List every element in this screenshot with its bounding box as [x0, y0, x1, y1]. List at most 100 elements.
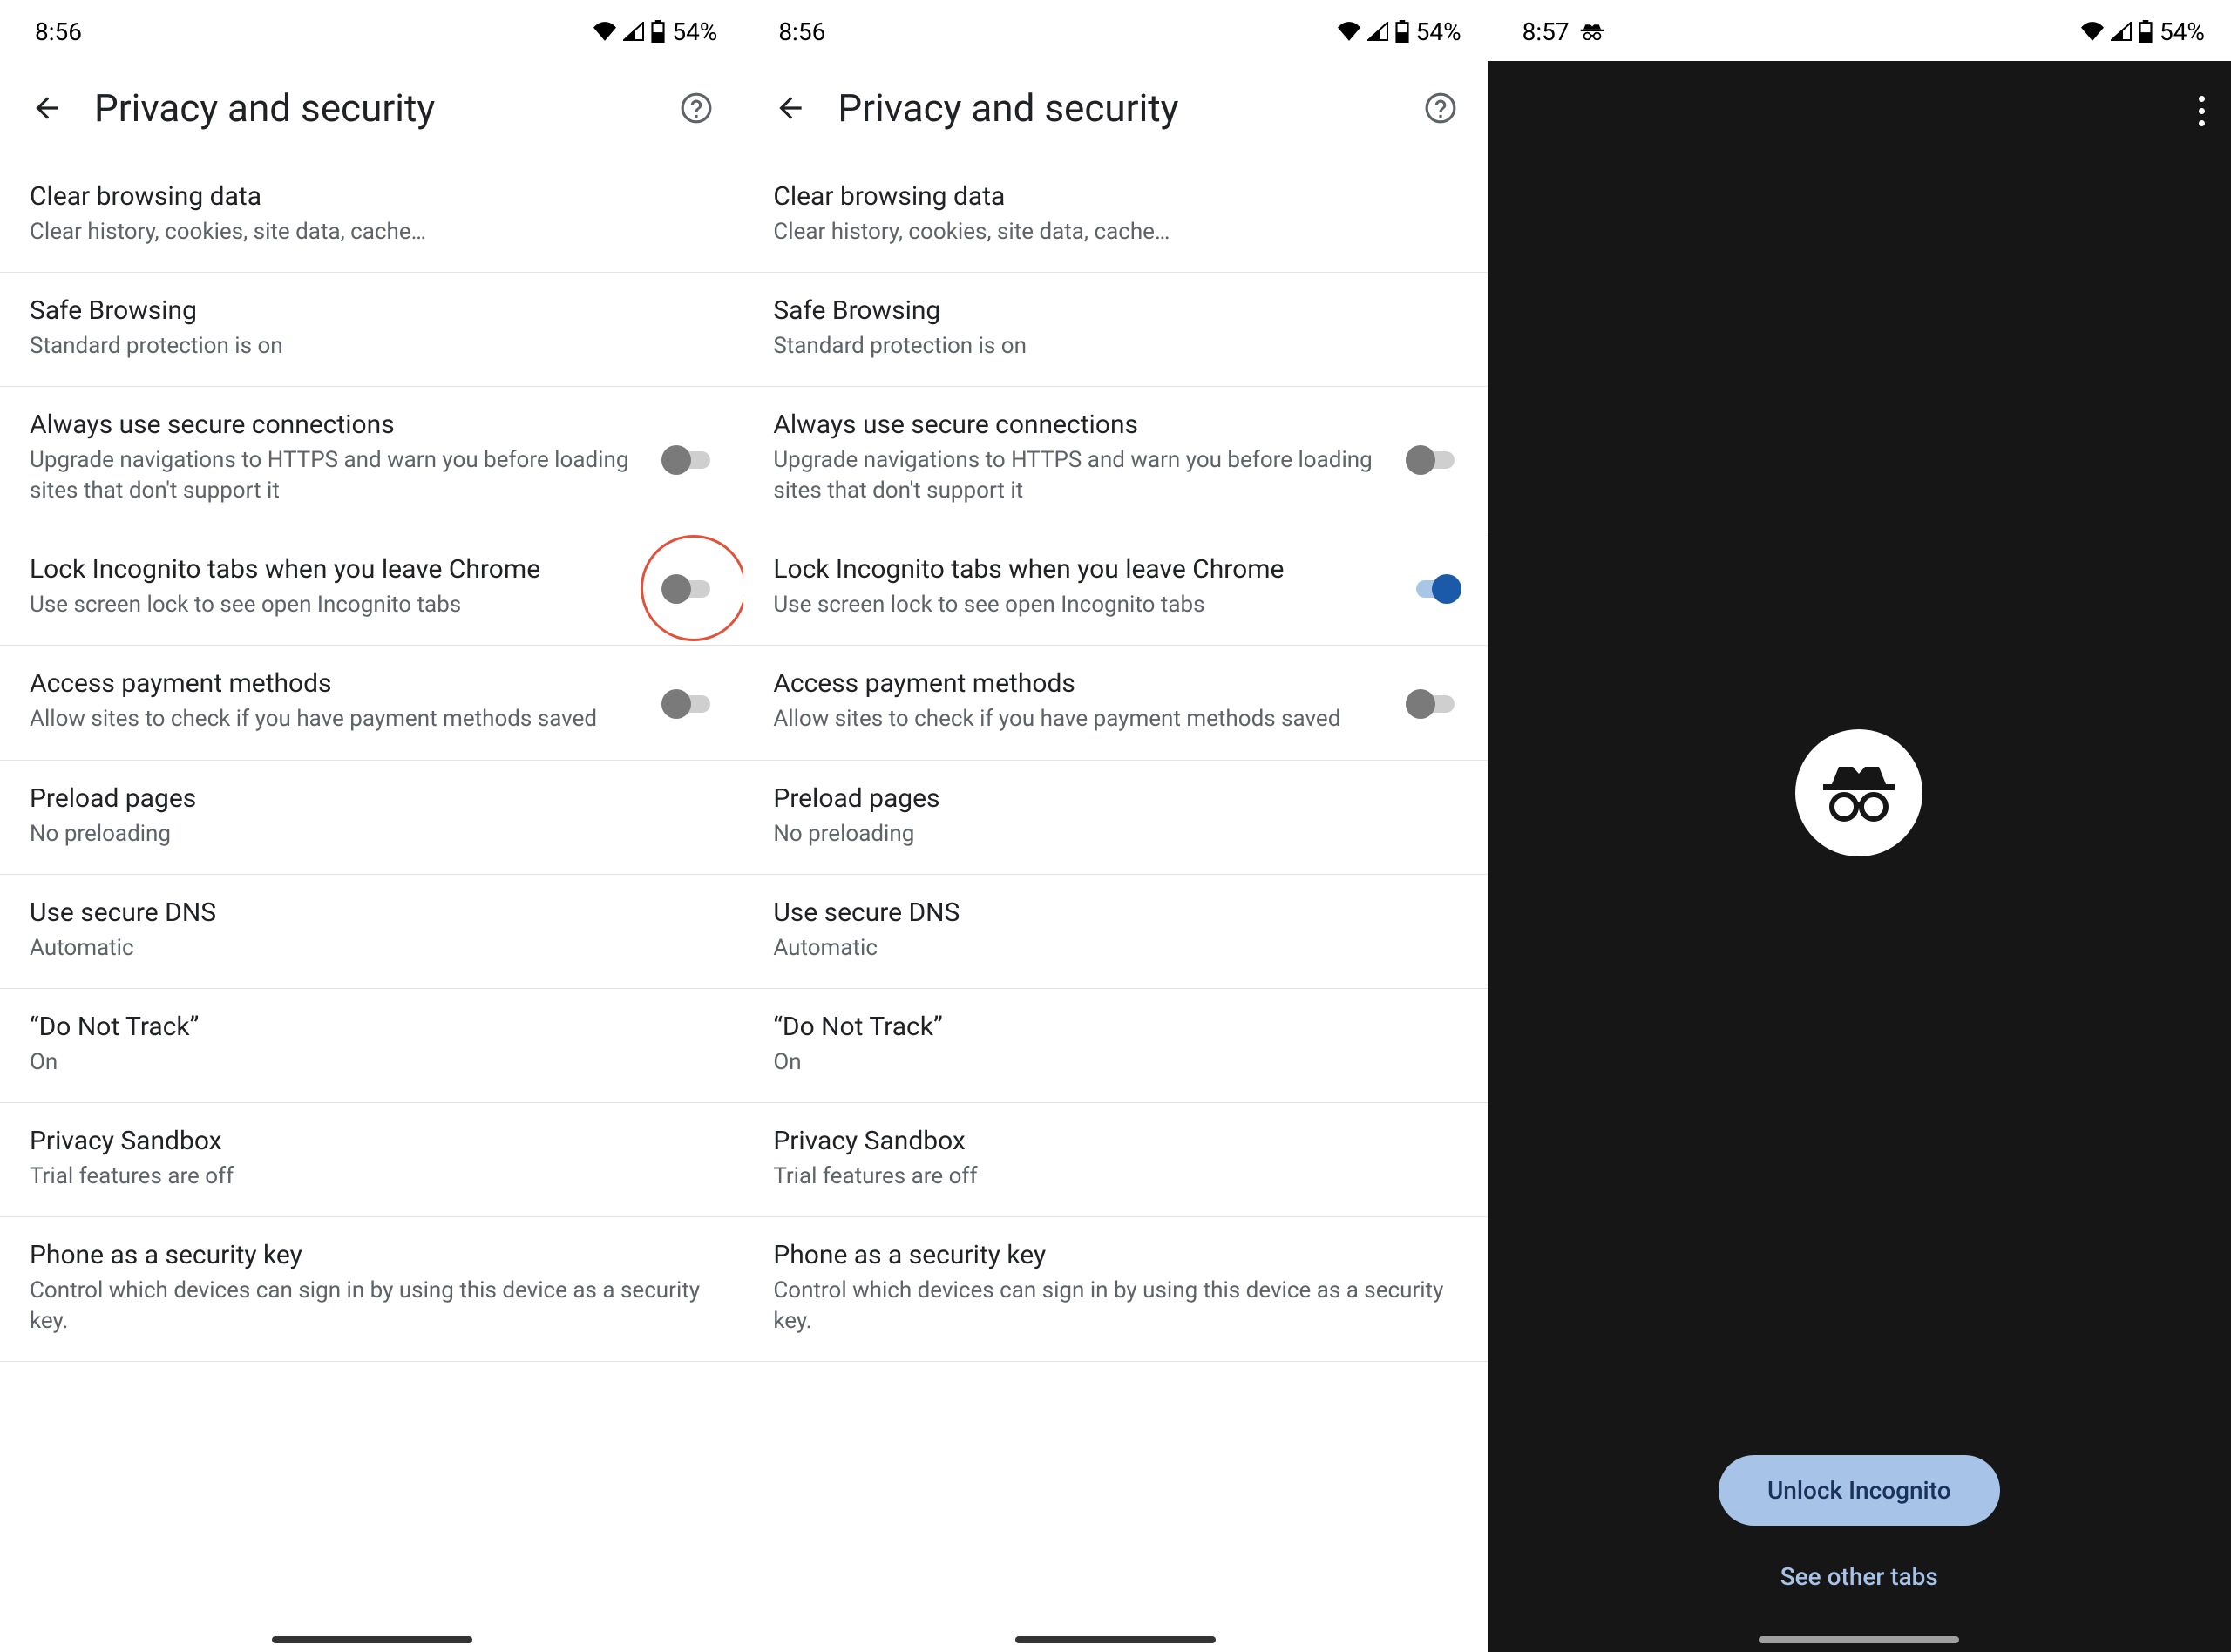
settings-row-title: Preload pages: [30, 783, 714, 814]
settings-row-title: Safe Browsing: [773, 295, 1457, 326]
help-button[interactable]: [675, 87, 717, 129]
nav-bar[interactable]: [1759, 1636, 1959, 1643]
settings-row-title: Privacy Sandbox: [773, 1126, 1457, 1156]
settings-row-subtitle: Trial features are off: [773, 1161, 1457, 1192]
incognito-icon-wrap: [1795, 729, 1922, 856]
settings-row-subtitle: Trial features are off: [30, 1161, 714, 1192]
settings-row-subtitle: No preloading: [30, 819, 714, 850]
battery-icon: [1395, 20, 1409, 43]
settings-row-text: Always use secure connectionsUpgrade nav…: [30, 410, 644, 506]
dot-icon: [2199, 96, 2205, 102]
wifi-icon: [593, 22, 616, 41]
app-bar: Privacy and security: [743, 61, 1487, 159]
settings-row-subtitle: Clear history, cookies, site data, cache…: [773, 217, 1457, 247]
settings-row-text: Access payment methods Allow sites to che…: [773, 668, 1387, 735]
settings-row[interactable]: Safe BrowsingStandard protection is on: [743, 273, 1487, 387]
toggle-thumb: [661, 689, 691, 719]
settings-row[interactable]: Always use secure connectionsUpgrade nav…: [743, 387, 1487, 531]
settings-row-title: Clear browsing data: [773, 181, 1457, 212]
settings-row-text: Clear browsing dataClear history, cookie…: [30, 181, 714, 247]
status-time: 8:57: [1522, 17, 1604, 46]
settings-row-subtitle: Standard protection is on: [30, 331, 714, 362]
signal-icon: [2111, 22, 2132, 41]
settings-row-subtitle: Allow sites to check if you have payment…: [773, 704, 1387, 735]
battery-percent: 54%: [2160, 17, 2205, 46]
settings-row[interactable]: Clear browsing data Clear history, cookie…: [743, 159, 1487, 273]
settings-row[interactable]: Access payment methodsAllow sites to che…: [0, 646, 743, 760]
settings-row-title: Use secure DNS: [30, 897, 714, 928]
settings-row-title: Always use secure connections: [30, 410, 644, 440]
dot-icon: [2199, 120, 2205, 126]
settings-row-text: Phone as a security keyControl which dev…: [30, 1240, 714, 1337]
settings-row[interactable]: Phone as a security keyControl which dev…: [0, 1217, 743, 1362]
settings-row[interactable]: Access payment methods Allow sites to che…: [743, 646, 1487, 760]
toggle-switch[interactable]: [661, 574, 714, 600]
settings-row-title: Preload pages: [773, 783, 1457, 814]
settings-row[interactable]: Lock Incognito tabs when you leave Chrom…: [0, 531, 743, 646]
panel-incognito-locked: 8:57 54%: [1488, 0, 2231, 1652]
settings-row[interactable]: Clear browsing dataClear history, cookie…: [0, 159, 743, 273]
settings-row-title: “Do Not Track”: [773, 1012, 1457, 1042]
settings-row-title: Lock Incognito tabs when you leave Chrom…: [30, 554, 644, 585]
toggle-thumb: [1432, 574, 1461, 604]
page-title: Privacy and security: [94, 85, 649, 131]
settings-row-subtitle: Automatic: [30, 933, 714, 964]
unlock-incognito-button[interactable]: Unlock Incognito: [1719, 1455, 2000, 1526]
settings-row-title: Lock Incognito tabs when you leave Chrom…: [773, 554, 1387, 585]
settings-row-title: Safe Browsing: [30, 295, 714, 326]
settings-row[interactable]: “Do Not Track”On: [0, 989, 743, 1103]
settings-row-title: Access payment methods: [30, 668, 644, 699]
settings-row-title: Use secure DNS: [773, 897, 1457, 928]
panel-settings-after: 8:56 54% Privacy and security Clear brow…: [743, 0, 1487, 1652]
arrow-back-icon: [774, 91, 807, 125]
toggle-thumb: [661, 445, 691, 475]
settings-row-text: Phone as a security keyControl which dev…: [773, 1240, 1457, 1337]
back-button[interactable]: [770, 87, 811, 129]
settings-row-text: Privacy Sandbox Trial features are off: [773, 1126, 1457, 1192]
battery-icon: [2139, 20, 2153, 43]
settings-row-text: “Do Not Track”On: [30, 1012, 714, 1078]
signal-icon: [1367, 22, 1388, 41]
status-icons: 54%: [2081, 17, 2205, 46]
settings-row[interactable]: Privacy Sandbox Trial features are off: [0, 1103, 743, 1217]
settings-row[interactable]: Use secure DNSAutomatic: [743, 875, 1487, 989]
settings-row[interactable]: Lock Incognito tabs when you leave Chrom…: [743, 531, 1487, 646]
settings-row[interactable]: “Do Not Track” On: [743, 989, 1487, 1103]
settings-row-subtitle: Upgrade navigations to HTTPS and warn yo…: [773, 445, 1387, 506]
status-time-text: 8:57: [1522, 17, 1570, 46]
settings-row[interactable]: Use secure DNS Automatic: [0, 875, 743, 989]
settings-row-subtitle: On: [773, 1047, 1457, 1078]
toggle-switch[interactable]: [1406, 574, 1458, 600]
battery-percent: 54%: [1416, 17, 1461, 46]
settings-row[interactable]: Preload pages No preloading: [743, 761, 1487, 875]
see-other-tabs-link[interactable]: See other tabs: [1780, 1562, 1938, 1591]
help-icon: [680, 91, 713, 125]
incognito-top-bar: [1488, 61, 2231, 161]
toggle-switch[interactable]: [661, 689, 714, 715]
back-button[interactable]: [26, 87, 68, 129]
help-button[interactable]: [1420, 87, 1461, 129]
status-icons: 54%: [593, 17, 717, 46]
incognito-actions: Unlock Incognito See other tabs: [1488, 1455, 2231, 1591]
settings-row-title: Privacy Sandbox: [30, 1126, 714, 1156]
settings-row-text: Use secure DNS Automatic: [30, 897, 714, 964]
settings-row[interactable]: Preload pages No preloading: [0, 761, 743, 875]
arrow-back-icon: [31, 91, 64, 125]
settings-row-text: “Do Not Track” On: [773, 1012, 1457, 1078]
settings-row-text: Always use secure connectionsUpgrade nav…: [773, 410, 1387, 506]
nav-bar[interactable]: [272, 1636, 472, 1643]
settings-row[interactable]: Safe Browsing Standard protection is on: [0, 273, 743, 387]
menu-button[interactable]: [2199, 96, 2205, 126]
incognito-body: Unlock Incognito See other tabs: [1488, 61, 2231, 1652]
settings-row-title: Phone as a security key: [30, 1240, 714, 1270]
toggle-switch[interactable]: [661, 445, 714, 471]
toggle-switch[interactable]: [1406, 445, 1458, 471]
settings-row-title: Access payment methods: [773, 668, 1387, 699]
settings-row-subtitle: No preloading: [773, 819, 1457, 850]
settings-row[interactable]: Always use secure connectionsUpgrade nav…: [0, 387, 743, 531]
nav-bar[interactable]: [1015, 1636, 1216, 1643]
settings-row[interactable]: Privacy Sandbox Trial features are off: [743, 1103, 1487, 1217]
settings-row[interactable]: Phone as a security keyControl which dev…: [743, 1217, 1487, 1362]
toggle-switch[interactable]: [1406, 689, 1458, 715]
incognito-status-icon: [1580, 23, 1604, 40]
